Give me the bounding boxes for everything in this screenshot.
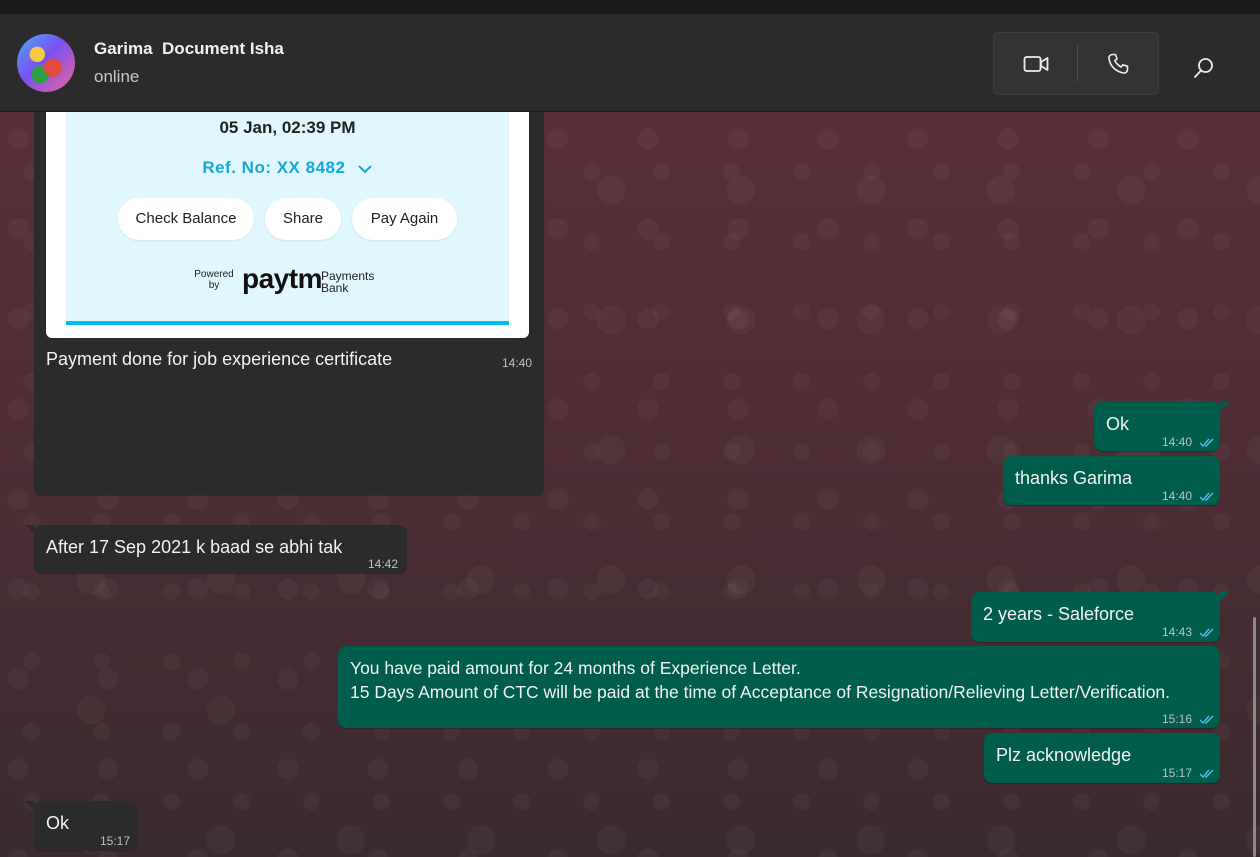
message-text: Ok xyxy=(1106,414,1130,434)
double-check-icon xyxy=(1199,628,1214,638)
message-time: 15:17 xyxy=(1162,766,1193,780)
outgoing-message[interactable]: You have paid amount for 24 months of Ex… xyxy=(338,646,1220,728)
pay-again-button: Pay Again xyxy=(352,198,457,240)
video-call-button[interactable] xyxy=(1008,47,1064,81)
check-balance-button: Check Balance xyxy=(118,198,254,240)
message-text: 2 years - Saleforce xyxy=(983,604,1135,624)
double-check-icon xyxy=(1199,769,1214,779)
contact-avatar[interactable] xyxy=(17,34,75,92)
double-check-icon xyxy=(1199,715,1214,725)
message-time: 15:16 xyxy=(1162,712,1193,726)
call-buttons-group xyxy=(993,32,1159,95)
message-time: 15:17 xyxy=(100,834,131,848)
chat-header: Garima Document Isha online xyxy=(0,14,1260,112)
message-text: thanks Garima xyxy=(1015,468,1133,488)
payment-receipt-image[interactable]: 05 Jan, 02:39 PM Ref. No: XX 8482 Check … xyxy=(46,112,529,338)
message-text: Plz acknowledge xyxy=(996,745,1132,765)
message-time: 14:42 xyxy=(368,557,399,571)
chevron-down-icon xyxy=(357,164,372,173)
powered-by-label: Powered by xyxy=(194,269,234,291)
message-time: 14:40 xyxy=(1162,435,1193,449)
incoming-message[interactable]: After 17 Sep 2021 k baad se abhi tak 14:… xyxy=(25,525,407,573)
chat-message-area[interactable]: 05 Jan, 02:39 PM Ref. No: XX 8482 Check … xyxy=(0,112,1260,857)
receipt-accent-bar xyxy=(66,321,509,325)
message-text: Ok xyxy=(46,813,70,833)
voice-call-icon xyxy=(1108,53,1129,74)
double-check-icon xyxy=(1199,438,1214,448)
outgoing-message[interactable]: thanks Garima 14:40 xyxy=(1003,456,1220,505)
outgoing-message[interactable]: 2 years - Saleforce 14:43 xyxy=(971,592,1229,644)
paytm-logo: paytm xyxy=(242,263,322,294)
message-time: 14:40 xyxy=(1162,489,1193,503)
message-status: 14:40 xyxy=(1162,430,1215,454)
voice-call-button[interactable] xyxy=(1090,47,1146,81)
video-call-icon xyxy=(1023,56,1049,72)
message-status: 14:43 xyxy=(1162,620,1215,644)
receipt-card: 05 Jan, 02:39 PM Ref. No: XX 8482 Check … xyxy=(66,112,509,324)
message-status: 14:40 xyxy=(1162,484,1215,508)
double-check-icon xyxy=(1199,492,1214,502)
chat-scrollbar[interactable] xyxy=(1253,617,1256,857)
call-buttons-divider xyxy=(1077,45,1078,82)
receipt-ref-text: Ref. No: XX 8482 xyxy=(202,158,346,177)
image-message[interactable]: 05 Jan, 02:39 PM Ref. No: XX 8482 Check … xyxy=(34,112,544,495)
outgoing-message[interactable]: Plz acknowledge 15:17 xyxy=(984,733,1220,783)
message-text: After 17 Sep 2021 k baad se abhi tak xyxy=(46,537,343,557)
search-button[interactable] xyxy=(1186,50,1222,86)
search-icon xyxy=(1194,58,1213,78)
window-top-strip xyxy=(0,0,1260,14)
message-time: 14:43 xyxy=(1162,625,1193,639)
outgoing-message[interactable]: Ok 14:40 xyxy=(1094,402,1229,454)
receipt-ref: Ref. No: XX 8482 xyxy=(66,156,509,180)
message-status: 15:17 xyxy=(1162,761,1215,785)
share-button: Share xyxy=(265,198,341,240)
message-time: 14:40 xyxy=(501,356,532,370)
payments-bank-label: Payments Bank xyxy=(321,269,375,295)
contact-status: online xyxy=(94,67,140,86)
receipt-date: 05 Jan, 02:39 PM xyxy=(219,118,356,137)
message-text: You have paid amount for 24 months of Ex… xyxy=(350,658,1171,702)
message-status: 15:16 xyxy=(1162,707,1215,731)
contact-name[interactable]: Garima Document Isha xyxy=(94,39,284,59)
message-text: Payment done for job experience certific… xyxy=(46,349,393,369)
incoming-message[interactable]: Ok 15:17 xyxy=(25,801,138,850)
